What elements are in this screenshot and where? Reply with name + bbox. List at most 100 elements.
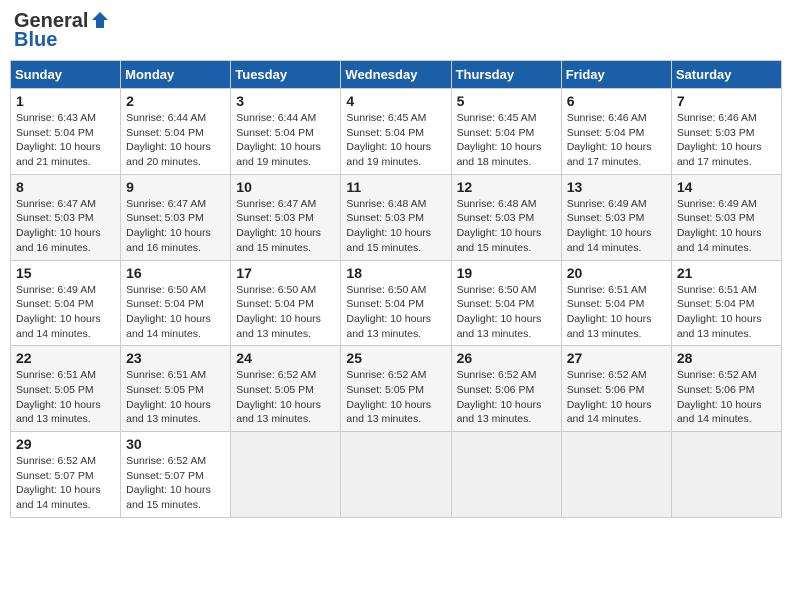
day-info: Sunrise: 6:50 AM Sunset: 5:04 PM Dayligh…	[236, 283, 335, 342]
calendar-cell: 15 Sunrise: 6:49 AM Sunset: 5:04 PM Dayl…	[11, 260, 121, 346]
day-info: Sunrise: 6:52 AM Sunset: 5:06 PM Dayligh…	[677, 368, 776, 427]
calendar-cell: 5 Sunrise: 6:45 AM Sunset: 5:04 PM Dayli…	[451, 89, 561, 175]
calendar-cell: 10 Sunrise: 6:47 AM Sunset: 5:03 PM Dayl…	[231, 174, 341, 260]
day-number: 16	[126, 265, 225, 281]
calendar-cell: 17 Sunrise: 6:50 AM Sunset: 5:04 PM Dayl…	[231, 260, 341, 346]
calendar-cell: 23 Sunrise: 6:51 AM Sunset: 5:05 PM Dayl…	[121, 346, 231, 432]
day-info: Sunrise: 6:48 AM Sunset: 5:03 PM Dayligh…	[457, 197, 556, 256]
calendar-body: 1 Sunrise: 6:43 AM Sunset: 5:04 PM Dayli…	[11, 89, 782, 518]
day-number: 6	[567, 93, 666, 109]
calendar-table: SundayMondayTuesdayWednesdayThursdayFrid…	[10, 60, 782, 518]
day-number: 28	[677, 350, 776, 366]
logo-icon	[90, 10, 110, 30]
day-info: Sunrise: 6:45 AM Sunset: 5:04 PM Dayligh…	[346, 111, 445, 170]
day-number: 18	[346, 265, 445, 281]
day-info: Sunrise: 6:52 AM Sunset: 5:05 PM Dayligh…	[236, 368, 335, 427]
calendar-week-3: 15 Sunrise: 6:49 AM Sunset: 5:04 PM Dayl…	[11, 260, 782, 346]
day-number: 19	[457, 265, 556, 281]
calendar-cell: 18 Sunrise: 6:50 AM Sunset: 5:04 PM Dayl…	[341, 260, 451, 346]
day-number: 8	[16, 179, 115, 195]
day-number: 1	[16, 93, 115, 109]
calendar-cell: 13 Sunrise: 6:49 AM Sunset: 5:03 PM Dayl…	[561, 174, 671, 260]
day-number: 13	[567, 179, 666, 195]
calendar-cell: 21 Sunrise: 6:51 AM Sunset: 5:04 PM Dayl…	[671, 260, 781, 346]
day-number: 2	[126, 93, 225, 109]
calendar-cell: 4 Sunrise: 6:45 AM Sunset: 5:04 PM Dayli…	[341, 89, 451, 175]
day-number: 21	[677, 265, 776, 281]
day-info: Sunrise: 6:47 AM Sunset: 5:03 PM Dayligh…	[126, 197, 225, 256]
calendar-cell	[561, 432, 671, 518]
calendar-cell	[341, 432, 451, 518]
calendar-cell: 8 Sunrise: 6:47 AM Sunset: 5:03 PM Dayli…	[11, 174, 121, 260]
calendar-header-sunday: Sunday	[11, 61, 121, 89]
calendar-cell: 1 Sunrise: 6:43 AM Sunset: 5:04 PM Dayli…	[11, 89, 121, 175]
day-info: Sunrise: 6:50 AM Sunset: 5:04 PM Dayligh…	[346, 283, 445, 342]
calendar-cell: 30 Sunrise: 6:52 AM Sunset: 5:07 PM Dayl…	[121, 432, 231, 518]
calendar-cell	[671, 432, 781, 518]
calendar-header-thursday: Thursday	[451, 61, 561, 89]
day-number: 14	[677, 179, 776, 195]
day-number: 3	[236, 93, 335, 109]
day-number: 29	[16, 436, 115, 452]
day-info: Sunrise: 6:43 AM Sunset: 5:04 PM Dayligh…	[16, 111, 115, 170]
calendar-week-2: 8 Sunrise: 6:47 AM Sunset: 5:03 PM Dayli…	[11, 174, 782, 260]
day-info: Sunrise: 6:50 AM Sunset: 5:04 PM Dayligh…	[126, 283, 225, 342]
day-info: Sunrise: 6:49 AM Sunset: 5:04 PM Dayligh…	[16, 283, 115, 342]
day-number: 7	[677, 93, 776, 109]
calendar-header-wednesday: Wednesday	[341, 61, 451, 89]
calendar-cell: 12 Sunrise: 6:48 AM Sunset: 5:03 PM Dayl…	[451, 174, 561, 260]
day-number: 9	[126, 179, 225, 195]
calendar-cell: 2 Sunrise: 6:44 AM Sunset: 5:04 PM Dayli…	[121, 89, 231, 175]
calendar-cell: 3 Sunrise: 6:44 AM Sunset: 5:04 PM Dayli…	[231, 89, 341, 175]
calendar-cell: 22 Sunrise: 6:51 AM Sunset: 5:05 PM Dayl…	[11, 346, 121, 432]
header: General Blue	[10, 10, 782, 52]
calendar-cell: 16 Sunrise: 6:50 AM Sunset: 5:04 PM Dayl…	[121, 260, 231, 346]
day-info: Sunrise: 6:52 AM Sunset: 5:07 PM Dayligh…	[126, 454, 225, 513]
calendar-header-tuesday: Tuesday	[231, 61, 341, 89]
day-number: 12	[457, 179, 556, 195]
calendar-week-1: 1 Sunrise: 6:43 AM Sunset: 5:04 PM Dayli…	[11, 89, 782, 175]
calendar-cell: 14 Sunrise: 6:49 AM Sunset: 5:03 PM Dayl…	[671, 174, 781, 260]
day-number: 5	[457, 93, 556, 109]
day-number: 20	[567, 265, 666, 281]
calendar-week-5: 29 Sunrise: 6:52 AM Sunset: 5:07 PM Dayl…	[11, 432, 782, 518]
logo-blue-text: Blue	[14, 29, 57, 52]
calendar-cell: 11 Sunrise: 6:48 AM Sunset: 5:03 PM Dayl…	[341, 174, 451, 260]
day-info: Sunrise: 6:51 AM Sunset: 5:05 PM Dayligh…	[126, 368, 225, 427]
calendar-header-row: SundayMondayTuesdayWednesdayThursdayFrid…	[11, 61, 782, 89]
day-info: Sunrise: 6:47 AM Sunset: 5:03 PM Dayligh…	[16, 197, 115, 256]
day-number: 17	[236, 265, 335, 281]
day-number: 24	[236, 350, 335, 366]
calendar-cell: 25 Sunrise: 6:52 AM Sunset: 5:05 PM Dayl…	[341, 346, 451, 432]
calendar-cell	[451, 432, 561, 518]
day-info: Sunrise: 6:51 AM Sunset: 5:04 PM Dayligh…	[567, 283, 666, 342]
calendar-cell	[231, 432, 341, 518]
calendar-cell: 27 Sunrise: 6:52 AM Sunset: 5:06 PM Dayl…	[561, 346, 671, 432]
day-info: Sunrise: 6:45 AM Sunset: 5:04 PM Dayligh…	[457, 111, 556, 170]
day-number: 23	[126, 350, 225, 366]
day-info: Sunrise: 6:51 AM Sunset: 5:05 PM Dayligh…	[16, 368, 115, 427]
calendar-cell: 20 Sunrise: 6:51 AM Sunset: 5:04 PM Dayl…	[561, 260, 671, 346]
calendar-cell: 6 Sunrise: 6:46 AM Sunset: 5:04 PM Dayli…	[561, 89, 671, 175]
day-info: Sunrise: 6:49 AM Sunset: 5:03 PM Dayligh…	[677, 197, 776, 256]
day-info: Sunrise: 6:52 AM Sunset: 5:06 PM Dayligh…	[567, 368, 666, 427]
day-number: 10	[236, 179, 335, 195]
day-number: 26	[457, 350, 556, 366]
calendar-cell: 7 Sunrise: 6:46 AM Sunset: 5:03 PM Dayli…	[671, 89, 781, 175]
calendar-header-monday: Monday	[121, 61, 231, 89]
calendar-cell: 19 Sunrise: 6:50 AM Sunset: 5:04 PM Dayl…	[451, 260, 561, 346]
calendar-cell: 9 Sunrise: 6:47 AM Sunset: 5:03 PM Dayli…	[121, 174, 231, 260]
calendar-cell: 24 Sunrise: 6:52 AM Sunset: 5:05 PM Dayl…	[231, 346, 341, 432]
calendar-cell: 28 Sunrise: 6:52 AM Sunset: 5:06 PM Dayl…	[671, 346, 781, 432]
calendar-week-4: 22 Sunrise: 6:51 AM Sunset: 5:05 PM Dayl…	[11, 346, 782, 432]
day-number: 11	[346, 179, 445, 195]
day-info: Sunrise: 6:44 AM Sunset: 5:04 PM Dayligh…	[236, 111, 335, 170]
day-number: 27	[567, 350, 666, 366]
day-info: Sunrise: 6:52 AM Sunset: 5:06 PM Dayligh…	[457, 368, 556, 427]
day-number: 30	[126, 436, 225, 452]
calendar-cell: 29 Sunrise: 6:52 AM Sunset: 5:07 PM Dayl…	[11, 432, 121, 518]
day-number: 22	[16, 350, 115, 366]
day-info: Sunrise: 6:48 AM Sunset: 5:03 PM Dayligh…	[346, 197, 445, 256]
calendar-header-friday: Friday	[561, 61, 671, 89]
day-number: 4	[346, 93, 445, 109]
